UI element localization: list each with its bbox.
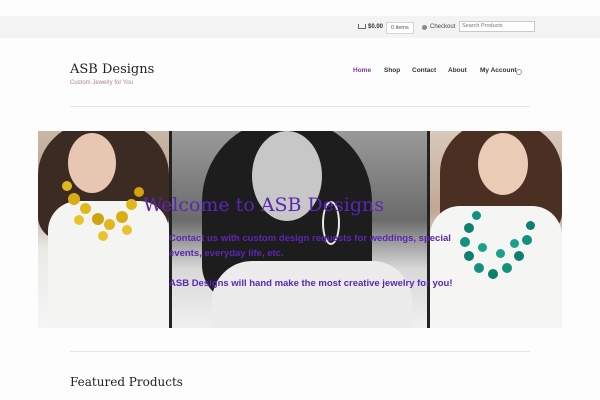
nav-shop[interactable]: Shop (384, 67, 400, 74)
account-icon (516, 69, 522, 75)
hero-banner: Welcome to ASB Designs Contact us with c… (38, 131, 562, 328)
cart-link[interactable]: $0.00 (358, 24, 383, 30)
checkout-label: Checkout (430, 24, 456, 30)
site-title[interactable]: ASB Designs (70, 62, 154, 77)
hero-title: Welcome to ASB Designs (143, 194, 384, 216)
nav-about[interactable]: About (448, 67, 467, 74)
hero-paragraph-1: Contact us with custom design requests f… (169, 233, 451, 259)
hero-paragraph-2: ASB Designs will hand make the most crea… (169, 278, 453, 289)
nav-my-account[interactable]: My Account (480, 67, 517, 74)
cart-total: $0.00 (368, 24, 384, 30)
hero-description: Contact us with custom design requests f… (169, 231, 459, 306)
checkout-link[interactable]: Checkout (422, 24, 455, 30)
checkout-icon (422, 24, 427, 30)
page: $0.00 0 items Checkout ASB Designs Custo… (0, 0, 600, 400)
nav-home[interactable]: Home (353, 67, 371, 74)
cart-items-badge[interactable]: 0 items (386, 22, 414, 34)
cart-icon (358, 24, 366, 30)
site-tagline: Custom Jewelry for You (70, 80, 134, 86)
content-divider (70, 351, 530, 352)
header-divider (70, 106, 530, 107)
search-input[interactable] (459, 21, 535, 32)
nav-contact[interactable]: Contact (412, 67, 436, 74)
featured-products-heading: Featured Products (70, 375, 183, 389)
hero-photo-yellow-necklace (38, 131, 169, 328)
